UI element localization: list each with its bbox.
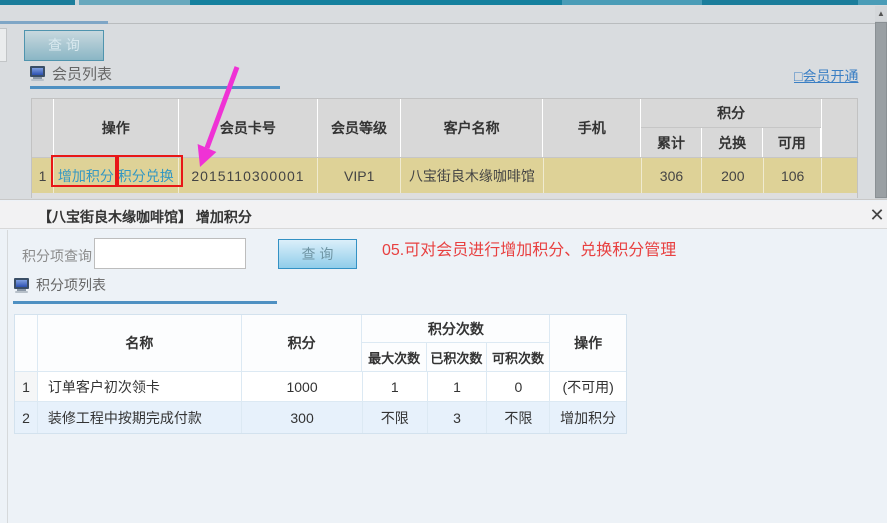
dialog-query-button[interactable]: 查 询 — [278, 239, 357, 269]
row-index: 2 — [15, 402, 38, 433]
row-item-points: 300 — [242, 402, 363, 433]
row-add-points-link[interactable]: 增加积分 — [550, 402, 626, 433]
row-done-times: 3 — [428, 402, 488, 433]
close-icon[interactable]: ✕ — [866, 204, 887, 226]
header-operation: 操作 — [54, 99, 179, 157]
member-open-link[interactable]: □会员开通 — [794, 66, 858, 86]
points-list-title: 积分项列表 — [36, 275, 106, 295]
panel-left-border — [7, 230, 8, 523]
points-list-underline — [13, 301, 277, 304]
header-points-available: 可用 — [763, 128, 821, 157]
add-points-dialog: 【八宝街良木缘咖啡馆】 增加积分 ✕ 积分项查询 查 询 05.可对会员进行增加… — [0, 199, 887, 523]
row-done-times: 1 — [428, 372, 488, 401]
header-points: 积分 — [641, 99, 821, 128]
row-index: 1 — [15, 372, 38, 401]
header-card-number: 会员卡号 — [179, 99, 319, 157]
vertical-scrollbar[interactable]: ▲ — [875, 6, 887, 200]
header-index — [32, 99, 54, 157]
header-times-group: 积分次数 最大次数 已积次数 可积次数 — [362, 315, 550, 371]
header-member-level: 会员等级 — [318, 99, 401, 157]
member-table-header: 操作 会员卡号 会员等级 客户名称 手机 积分 累计 兑换 可用 — [32, 99, 857, 157]
header-done-times: 已积次数 — [427, 343, 487, 371]
tab-divider-line — [108, 23, 880, 24]
row-max-times: 不限 — [363, 402, 428, 433]
row-max-times: 1 — [363, 372, 428, 401]
header-index — [15, 315, 38, 371]
member-list-section-header: 会员列表 — [30, 63, 112, 83]
row-item-points: 1000 — [242, 372, 363, 401]
dialog-title: 【八宝街良木缘咖啡馆】 增加积分 — [38, 207, 252, 227]
header-phone: 手机 — [543, 99, 641, 157]
row-points-exchanged: 200 — [702, 158, 764, 194]
query-button[interactable]: 查 询 — [24, 30, 104, 61]
points-list-section-header: 积分项列表 — [14, 276, 106, 294]
member-list-title: 会员列表 — [52, 63, 112, 84]
row-item-name: 装修工程中按期完成付款 — [38, 402, 242, 433]
member-list-underline — [30, 86, 280, 89]
points-search-label: 积分项查询 — [22, 246, 92, 266]
active-tab-underline — [0, 21, 108, 24]
row-filler — [822, 158, 857, 194]
red-highlight-exchange-points — [117, 155, 183, 187]
points-table-row: 2 装修工程中按期完成付款 300 不限 3 不限 增加积分 — [15, 401, 626, 433]
browser-tab-strip — [0, 0, 887, 5]
header-item-name: 名称 — [38, 315, 242, 371]
header-points-times: 积分次数 — [362, 315, 549, 343]
monitor-icon — [30, 66, 46, 81]
row-phone — [544, 158, 642, 194]
row-item-name: 订单客户初次领卡 — [38, 372, 242, 401]
row-avail-times: 0 — [487, 372, 550, 401]
points-table-row: 1 订单客户初次领卡 1000 1 1 0 (不可用) — [15, 371, 626, 401]
dialog-title-bar: 【八宝街良木缘咖啡馆】 增加积分 ✕ — [0, 201, 887, 229]
header-filler — [822, 99, 857, 157]
scrollbar-thumb[interactable] — [875, 22, 887, 198]
header-points-accumulated: 累计 — [641, 128, 702, 157]
points-table-header: 名称 积分 积分次数 最大次数 已积次数 可积次数 操作 — [15, 315, 626, 371]
row-avail-times: 不限 — [487, 402, 550, 433]
points-items-table: 名称 积分 积分次数 最大次数 已积次数 可积次数 操作 1 订单客户初次领卡 … — [14, 314, 627, 434]
next-row-strip — [31, 193, 858, 198]
row-points-available: 106 — [764, 158, 822, 194]
monitor-icon — [14, 278, 30, 293]
points-search-input[interactable] — [94, 238, 246, 269]
row-operation-unavailable: (不可用) — [550, 372, 626, 401]
red-annotation-text: 05.可对会员进行增加积分、兑换积分管理 — [382, 236, 676, 260]
header-operation: 操作 — [550, 315, 626, 371]
row-customer-name: 八宝街良木缘咖啡馆 — [401, 158, 544, 194]
collapsed-side-panel — [0, 28, 7, 62]
red-highlight-add-points — [51, 155, 117, 187]
row-points-accumulated: 306 — [642, 158, 703, 194]
row-member-level: VIP1 — [318, 158, 401, 194]
header-points-exchanged: 兑换 — [702, 128, 764, 157]
header-avail-times: 可积次数 — [487, 343, 550, 371]
header-max-times: 最大次数 — [362, 343, 427, 371]
header-points-group: 积分 累计 兑换 可用 — [641, 99, 822, 157]
header-customer-name: 客户名称 — [401, 99, 544, 157]
header-item-points: 积分 — [242, 315, 362, 371]
row-card-number: 2015110300001 — [179, 158, 319, 194]
scroll-up-arrow-icon[interactable]: ▲ — [875, 6, 887, 21]
